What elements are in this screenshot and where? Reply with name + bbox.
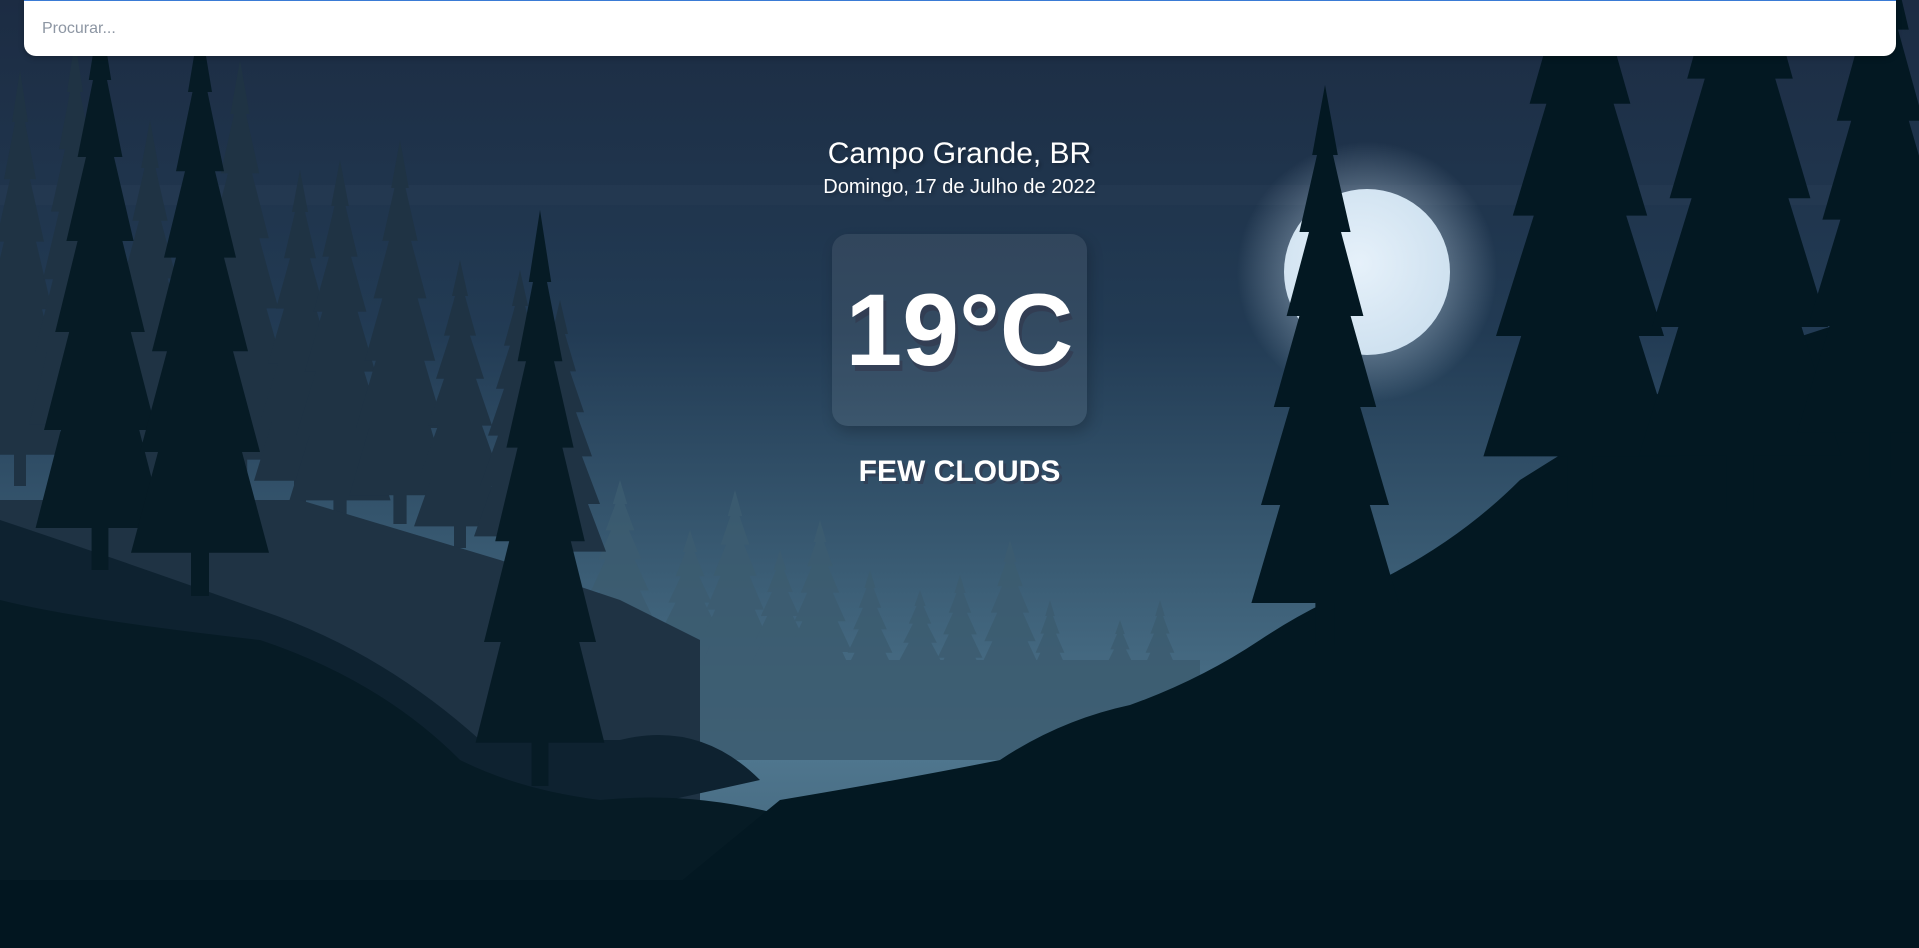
location-box: Campo Grande, BR Domingo, 17 de Julho de…	[0, 134, 1919, 200]
location-name: Campo Grande, BR	[827, 137, 1092, 170]
temperature-box: 19°C	[832, 234, 1087, 426]
weather-description: FEW CLOUDS	[858, 455, 1061, 488]
current-date: Domingo, 17 de Julho de 2022	[823, 176, 1096, 198]
temperature-value: 19°C	[845, 272, 1074, 387]
search-input[interactable]	[40, 18, 1880, 39]
search-box[interactable]	[24, 0, 1896, 56]
